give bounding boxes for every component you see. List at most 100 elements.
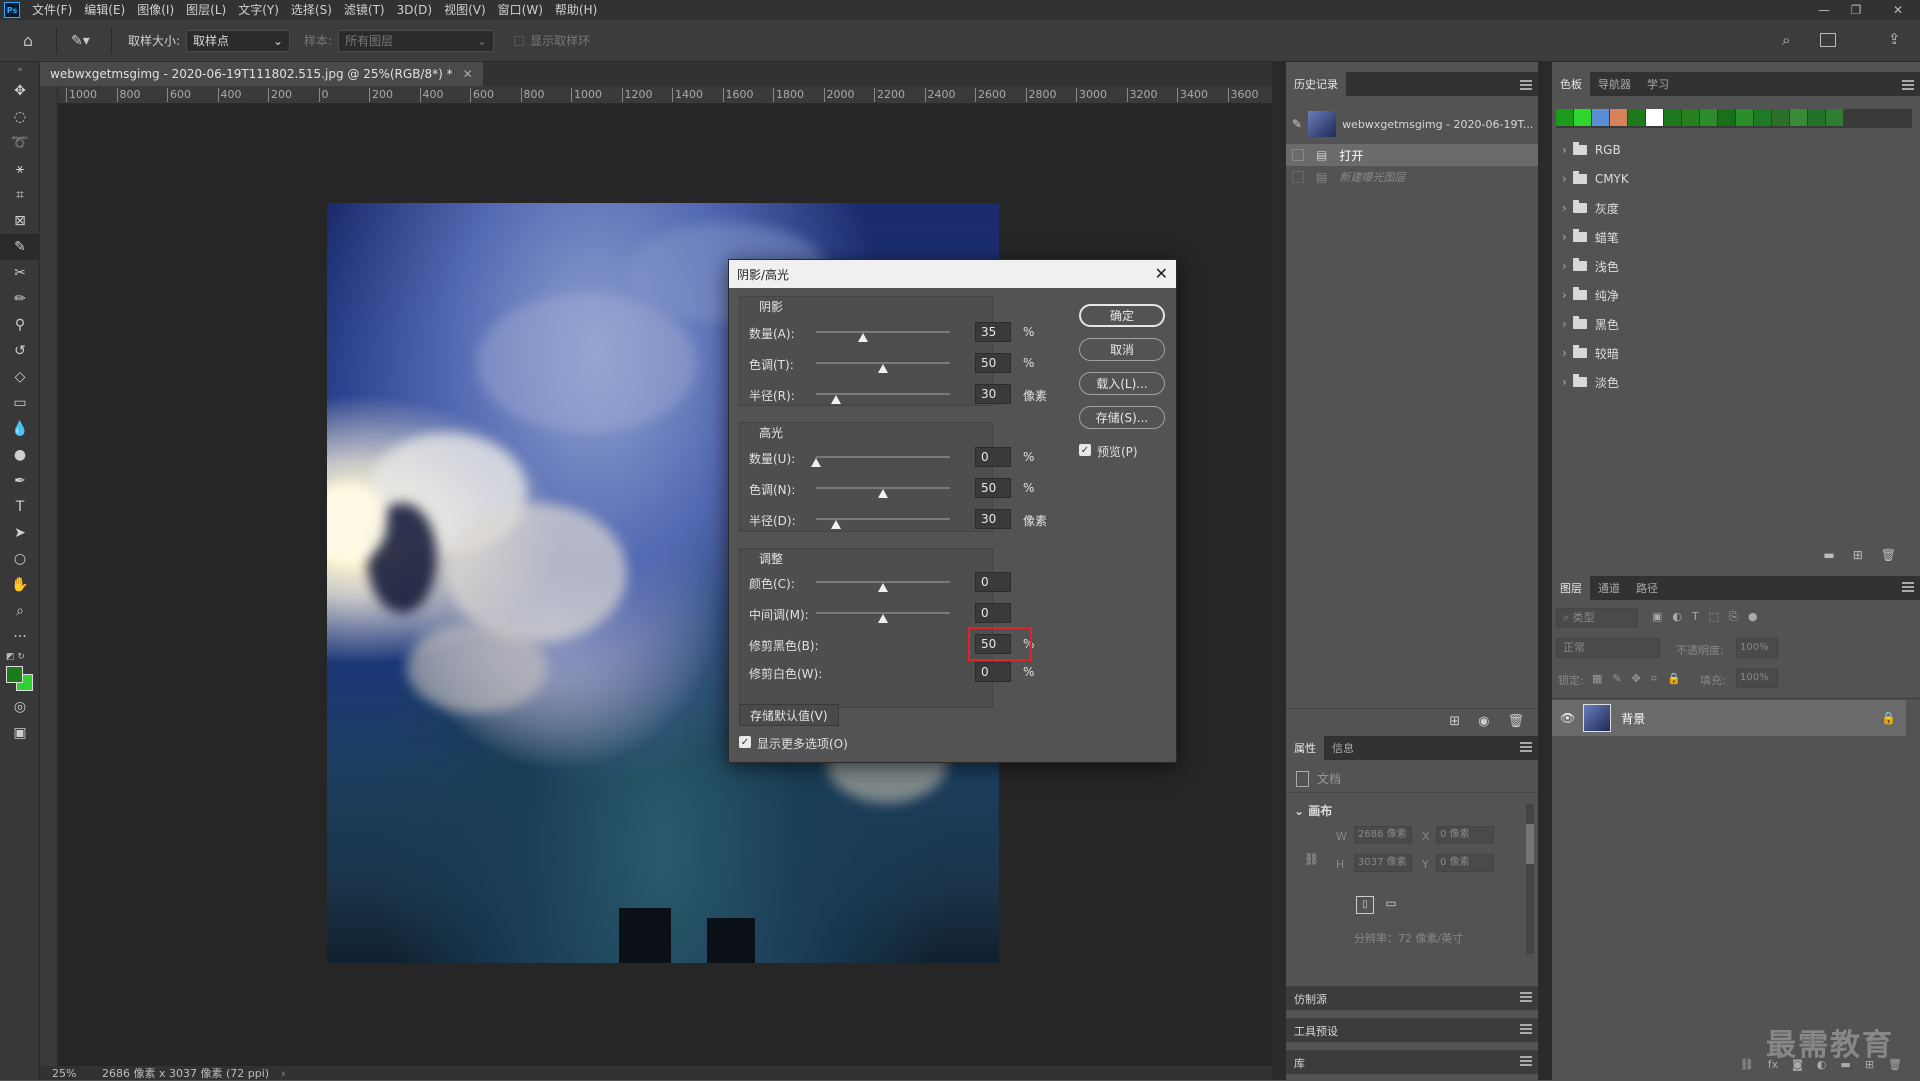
chevron-right-icon[interactable]: › [1562,288,1567,302]
chevron-right-icon[interactable]: › [1562,172,1567,186]
tab-history[interactable]: 历史记录 [1286,72,1346,96]
sample-select[interactable]: 所有图层 ⌄ [338,29,495,52]
panel-menu-icon[interactable] [1520,1056,1532,1066]
tab-layers[interactable]: 图层 [1552,576,1590,600]
swatch-folder[interactable]: › 淡色 [1552,368,1920,396]
lock-pixels-icon[interactable]: ▦ [1592,672,1602,686]
shape-filter-icon[interactable]: ⬚ [1709,610,1719,624]
search-icon[interactable]: ⌕ [1782,31,1790,49]
history-item[interactable]: ▤ 打开 [1286,144,1538,166]
clip-white-field[interactable]: 0 [975,662,1011,682]
hand-tool-icon[interactable]: ✋ [0,572,40,598]
tab-channels[interactable]: 通道 [1590,576,1628,600]
color-swatch[interactable] [1628,109,1645,126]
menu-item[interactable]: 3D(D) [391,0,438,20]
lock-paint-icon[interactable]: ✎ [1612,672,1621,686]
value-field[interactable]: 0 [975,447,1011,467]
chevron-right-icon[interactable]: › [1562,317,1567,331]
color-swatch[interactable] [1556,109,1573,126]
link-icon[interactable]: ⛓ [1740,1058,1754,1080]
height-field[interactable]: 3037 像素 [1354,854,1412,872]
slider-thumb[interactable] [878,489,888,498]
tab-swatches[interactable]: 色板 [1552,72,1590,96]
cancel-button[interactable]: 取消 [1079,338,1165,361]
color-swatches[interactable]: ◩ ↻ [0,650,40,694]
save-default-button[interactable]: 存储默认值(V) [739,704,839,726]
slider-thumb[interactable] [878,614,888,623]
menu-item[interactable]: 编辑(E) [78,0,131,20]
color-swatch[interactable] [1718,109,1735,126]
default-colors-icon[interactable]: ◩ ↻ [6,652,25,662]
slider-thumb[interactable] [831,520,842,529]
close-icon[interactable]: ✕ [1155,264,1168,283]
swatch-folder[interactable]: › 浅色 [1552,252,1920,280]
value-field[interactable]: 50 [975,478,1011,498]
value-field[interactable]: 0 [975,603,1011,623]
visibility-eye-icon[interactable]: 👁 [1560,711,1575,725]
pen-tool-icon[interactable]: ✒ [0,468,40,494]
brush-tool-icon[interactable]: ✏ [0,286,40,312]
screen-mode-icon[interactable]: ▣ [0,720,40,746]
color-swatch[interactable] [1826,109,1843,126]
swatch-folder[interactable]: › 黑色 [1552,310,1920,338]
value-field[interactable]: 50 [975,353,1011,373]
lock-artboard-icon[interactable]: ⌗ [1651,672,1657,686]
close-tab-icon[interactable]: ✕ [463,67,473,81]
camera-icon[interactable]: ◉ [1478,714,1489,729]
menu-item[interactable]: 视图(V) [438,0,492,20]
menu-item[interactable]: 图层(L) [180,0,232,20]
color-swatch[interactable] [1574,109,1591,126]
foreground-color[interactable] [6,666,23,683]
zoom-tool-icon[interactable]: ⌕ [0,598,40,624]
folder-icon[interactable]: ▬ [1823,548,1834,566]
menu-item[interactable]: 文字(Y) [232,0,285,20]
trash-icon[interactable]: 🗑 [1507,714,1524,729]
lock-position-icon[interactable]: ✥ [1632,672,1641,686]
scrollbar[interactable] [1526,804,1534,954]
color-swatch[interactable] [1664,109,1681,126]
color-swatch[interactable] [1790,109,1807,126]
slider-thumb[interactable] [857,333,868,342]
color-swatch[interactable] [1736,109,1753,126]
color-swatch[interactable] [1754,109,1771,126]
show-more-checkbox[interactable]: ✓ [739,736,751,748]
color-swatch[interactable] [1646,109,1663,126]
menu-item[interactable]: 帮助(H) [549,0,603,20]
tab-navigator[interactable]: 导航器 [1590,72,1639,96]
chevron-right-icon[interactable]: › [1562,143,1567,157]
show-ring-checkbox[interactable] [514,35,525,46]
gradient-tool-icon[interactable]: ▭ [0,390,40,416]
panel-menu-icon[interactable] [1520,742,1532,752]
move-tool-icon[interactable]: ✥ [0,78,40,104]
panel-menu-icon[interactable] [1902,80,1914,90]
color-swatch[interactable] [1592,109,1609,126]
layer-filter-select[interactable]: ⌕ 类型 [1556,608,1638,628]
lasso-tool-icon[interactable]: ➰ [0,130,40,156]
layer-row[interactable]: 👁 背景 🔒 [1552,700,1906,736]
swatch-folder[interactable]: › CMYK [1552,165,1920,193]
slider-track[interactable] [816,456,950,458]
lock-all-icon[interactable]: 🔒 [1667,672,1681,686]
load-button[interactable]: 载入(L)... [1079,372,1165,395]
new-swatch-icon[interactable]: ⊞ [1853,548,1863,566]
slider-track[interactable] [816,331,950,333]
color-swatch[interactable] [1610,109,1627,126]
menu-item[interactable]: 窗口(W) [492,0,549,20]
restore-icon[interactable]: ❐ [1840,0,1872,20]
chevron-right-icon[interactable]: › [1562,201,1567,215]
color-swatch[interactable] [1808,109,1825,126]
adjustment-filter-icon[interactable]: ◐ [1672,610,1682,624]
marquee-tool-icon[interactable]: ◌ [0,104,40,130]
path-select-icon[interactable]: ➤ [0,520,40,546]
eraser-tool-icon[interactable]: ◇ [0,364,40,390]
filter-toggle-icon[interactable]: ● [1748,610,1758,624]
save-button[interactable]: 存储(S)... [1079,406,1165,429]
healing-tool-icon[interactable]: ✂ [0,260,40,286]
shape-tool-icon[interactable]: ○ [0,546,40,572]
type-filter-icon[interactable]: T [1692,610,1699,624]
tool-presets-panel[interactable]: 工具预设 [1286,1018,1538,1042]
collapse-icon[interactable]: » [0,62,40,78]
swatch-folder[interactable]: › 灰度 [1552,194,1920,222]
trash-icon[interactable]: 🗑 [1881,548,1896,566]
preview-checkbox[interactable]: ✓ [1079,444,1091,456]
